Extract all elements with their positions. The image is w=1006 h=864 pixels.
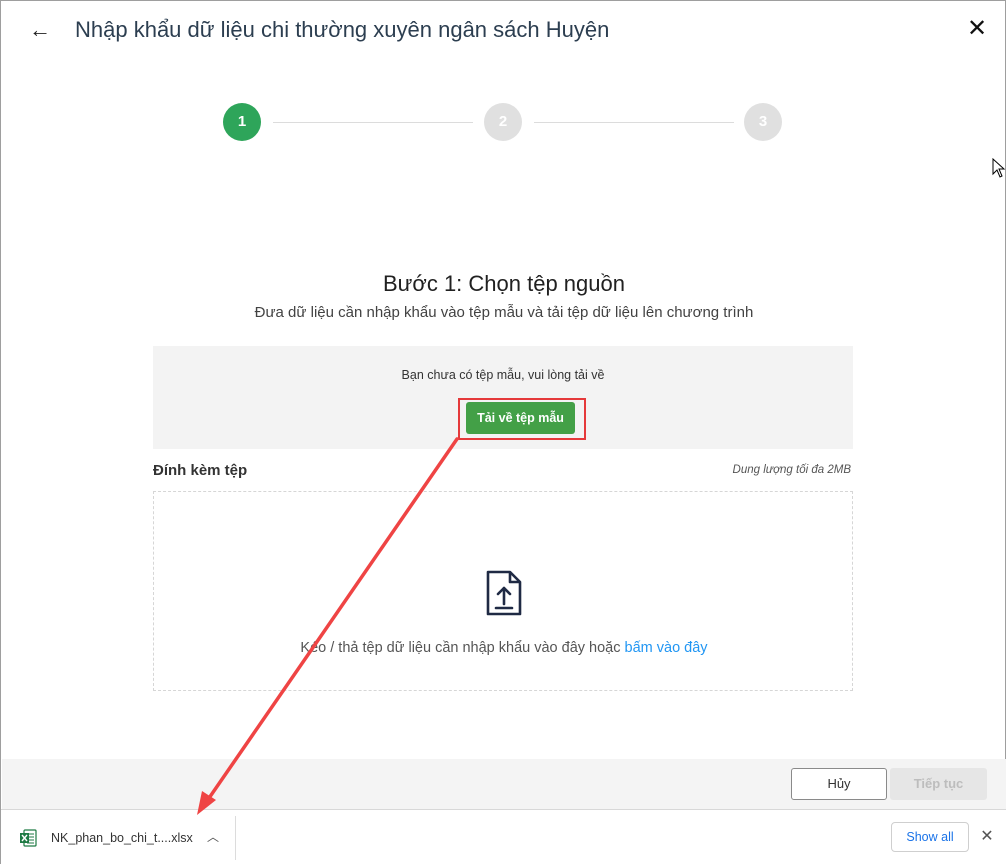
- next-button[interactable]: Tiếp tục: [890, 768, 987, 800]
- close-icon[interactable]: ✕: [977, 826, 997, 848]
- step-1: 1: [223, 103, 261, 141]
- dropzone-instruction: Kéo / thả tệp dữ liệu cần nhập khẩu vào …: [300, 640, 625, 656]
- browser-download-bar: NK_phan_bo_chi_t....xlsx ︿ Show all ✕: [1, 809, 1006, 864]
- file-dropzone[interactable]: Kéo / thả tệp dữ liệu cần nhập khẩu vào …: [153, 491, 853, 691]
- step-connector: [273, 122, 473, 123]
- excel-file-icon: [20, 829, 37, 847]
- download-bar-divider: [235, 816, 236, 860]
- stepper: 1 2 3: [223, 103, 783, 143]
- show-all-button[interactable]: Show all: [891, 822, 969, 852]
- dialog-title: Nhập khẩu dữ liệu chi thường xuyên ngân …: [75, 17, 610, 42]
- template-message: Bạn chưa có tệp mẫu, vui lòng tải về: [401, 368, 605, 382]
- step-3: 3: [744, 103, 782, 141]
- max-size-note: Dung lượng tối đa 2MB: [732, 464, 851, 476]
- step-connector: [534, 122, 734, 123]
- cancel-button[interactable]: Hủy: [791, 768, 887, 800]
- mouse-cursor-icon: [992, 158, 1006, 178]
- attach-label: Đính kèm tệp: [153, 462, 248, 479]
- file-upload-icon: [486, 570, 522, 616]
- template-panel: Bạn chưa có tệp mẫu, vui lòng tải về Tải…: [153, 346, 853, 449]
- browse-link[interactable]: bấm vào đây: [625, 640, 708, 656]
- step-title: Bước 1: Chọn tệp nguồn: [383, 271, 625, 296]
- dropzone-text: Kéo / thả tệp dữ liệu cần nhập khẩu vào …: [154, 640, 854, 656]
- dialog-frame: ← Nhập khẩu dữ liệu chi thường xuyên ngâ…: [0, 0, 1006, 864]
- step-2: 2: [484, 103, 522, 141]
- download-file-name[interactable]: NK_phan_bo_chi_t....xlsx: [51, 830, 193, 846]
- dialog-header: ← Nhập khẩu dữ liệu chi thường xuyên ngâ…: [1, 1, 1006, 61]
- close-button[interactable]: ✕: [963, 15, 991, 43]
- back-button[interactable]: ←: [27, 15, 53, 45]
- download-template-button[interactable]: Tải về tệp mẫu: [466, 402, 575, 434]
- step-description: Đưa dữ liệu cần nhập khẩu vào tệp mẫu và…: [254, 304, 754, 321]
- chevron-up-icon[interactable]: ︿: [203, 827, 223, 847]
- arrow-left-icon: ←: [29, 17, 51, 42]
- dialog-footer: Hủy Tiếp tục: [2, 759, 1006, 809]
- close-icon: ✕: [966, 15, 988, 42]
